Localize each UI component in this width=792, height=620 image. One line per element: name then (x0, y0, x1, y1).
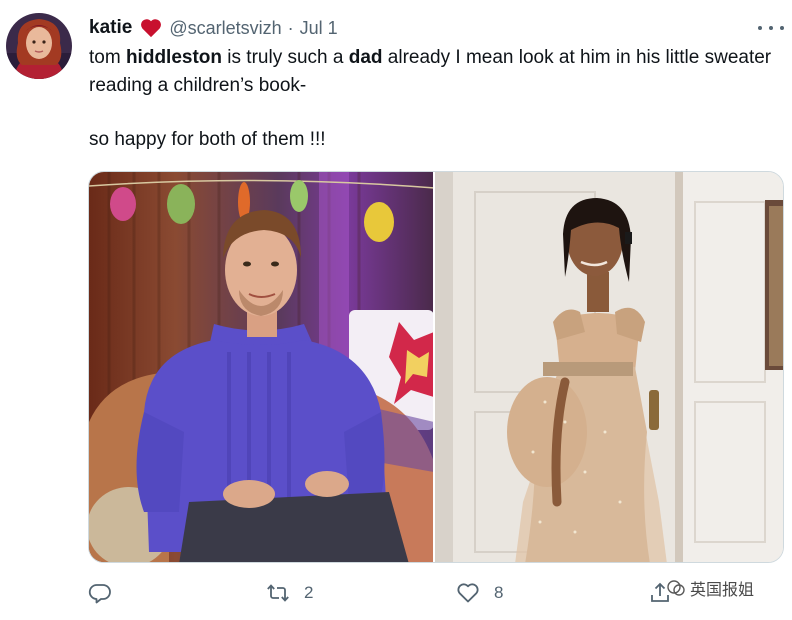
text-segment: is truly such a (222, 47, 349, 68)
watermark: 英国报姐 (666, 574, 754, 602)
more-horizontal-icon[interactable] (758, 20, 784, 36)
like-count: 8 (494, 583, 504, 602)
media-grid (88, 171, 784, 563)
tweet-text: tom hiddleston is truly such a dad alrea… (89, 44, 779, 154)
tweet-header: katie @scarletsvizh · Jul 1 (89, 14, 338, 42)
text-bold-dad: dad (348, 47, 383, 68)
display-name[interactable]: katie (89, 17, 132, 39)
retweet-icon (267, 584, 289, 602)
reply-button[interactable] (88, 578, 112, 608)
photo-right-image (435, 172, 783, 562)
like-button[interactable]: 8 (456, 578, 503, 608)
reply-icon (88, 584, 111, 604)
avatar-image (6, 13, 72, 79)
text-segment: tom (89, 47, 126, 68)
text-bold-hiddleston: hiddleston (125, 47, 223, 68)
tweet: katie @scarletsvizh · Jul 1 tom hiddlest… (0, 0, 792, 620)
photo-man-in-purple-sweater[interactable] (89, 172, 433, 562)
like-icon (457, 583, 479, 603)
watermark-text: 英国报姐 (690, 582, 755, 599)
red-heart-icon (141, 19, 162, 38)
wechat-logo-icon (667, 580, 685, 596)
retweet-count: 2 (304, 583, 314, 602)
user-handle[interactable]: @scarletsvizh (169, 18, 281, 39)
tweet-date[interactable]: Jul 1 (300, 18, 338, 39)
avatar[interactable] (6, 13, 72, 79)
photo-left-image (89, 172, 433, 562)
tweet-paragraph-2: so happy for both of them !!! (89, 129, 326, 150)
tweet-paragraph-1: tom hiddleston is truly such a dad alrea… (89, 44, 779, 100)
separator-dot: · (287, 17, 294, 38)
retweet-button[interactable]: 2 (266, 578, 313, 608)
photo-woman-in-gold-gown[interactable] (435, 172, 783, 562)
